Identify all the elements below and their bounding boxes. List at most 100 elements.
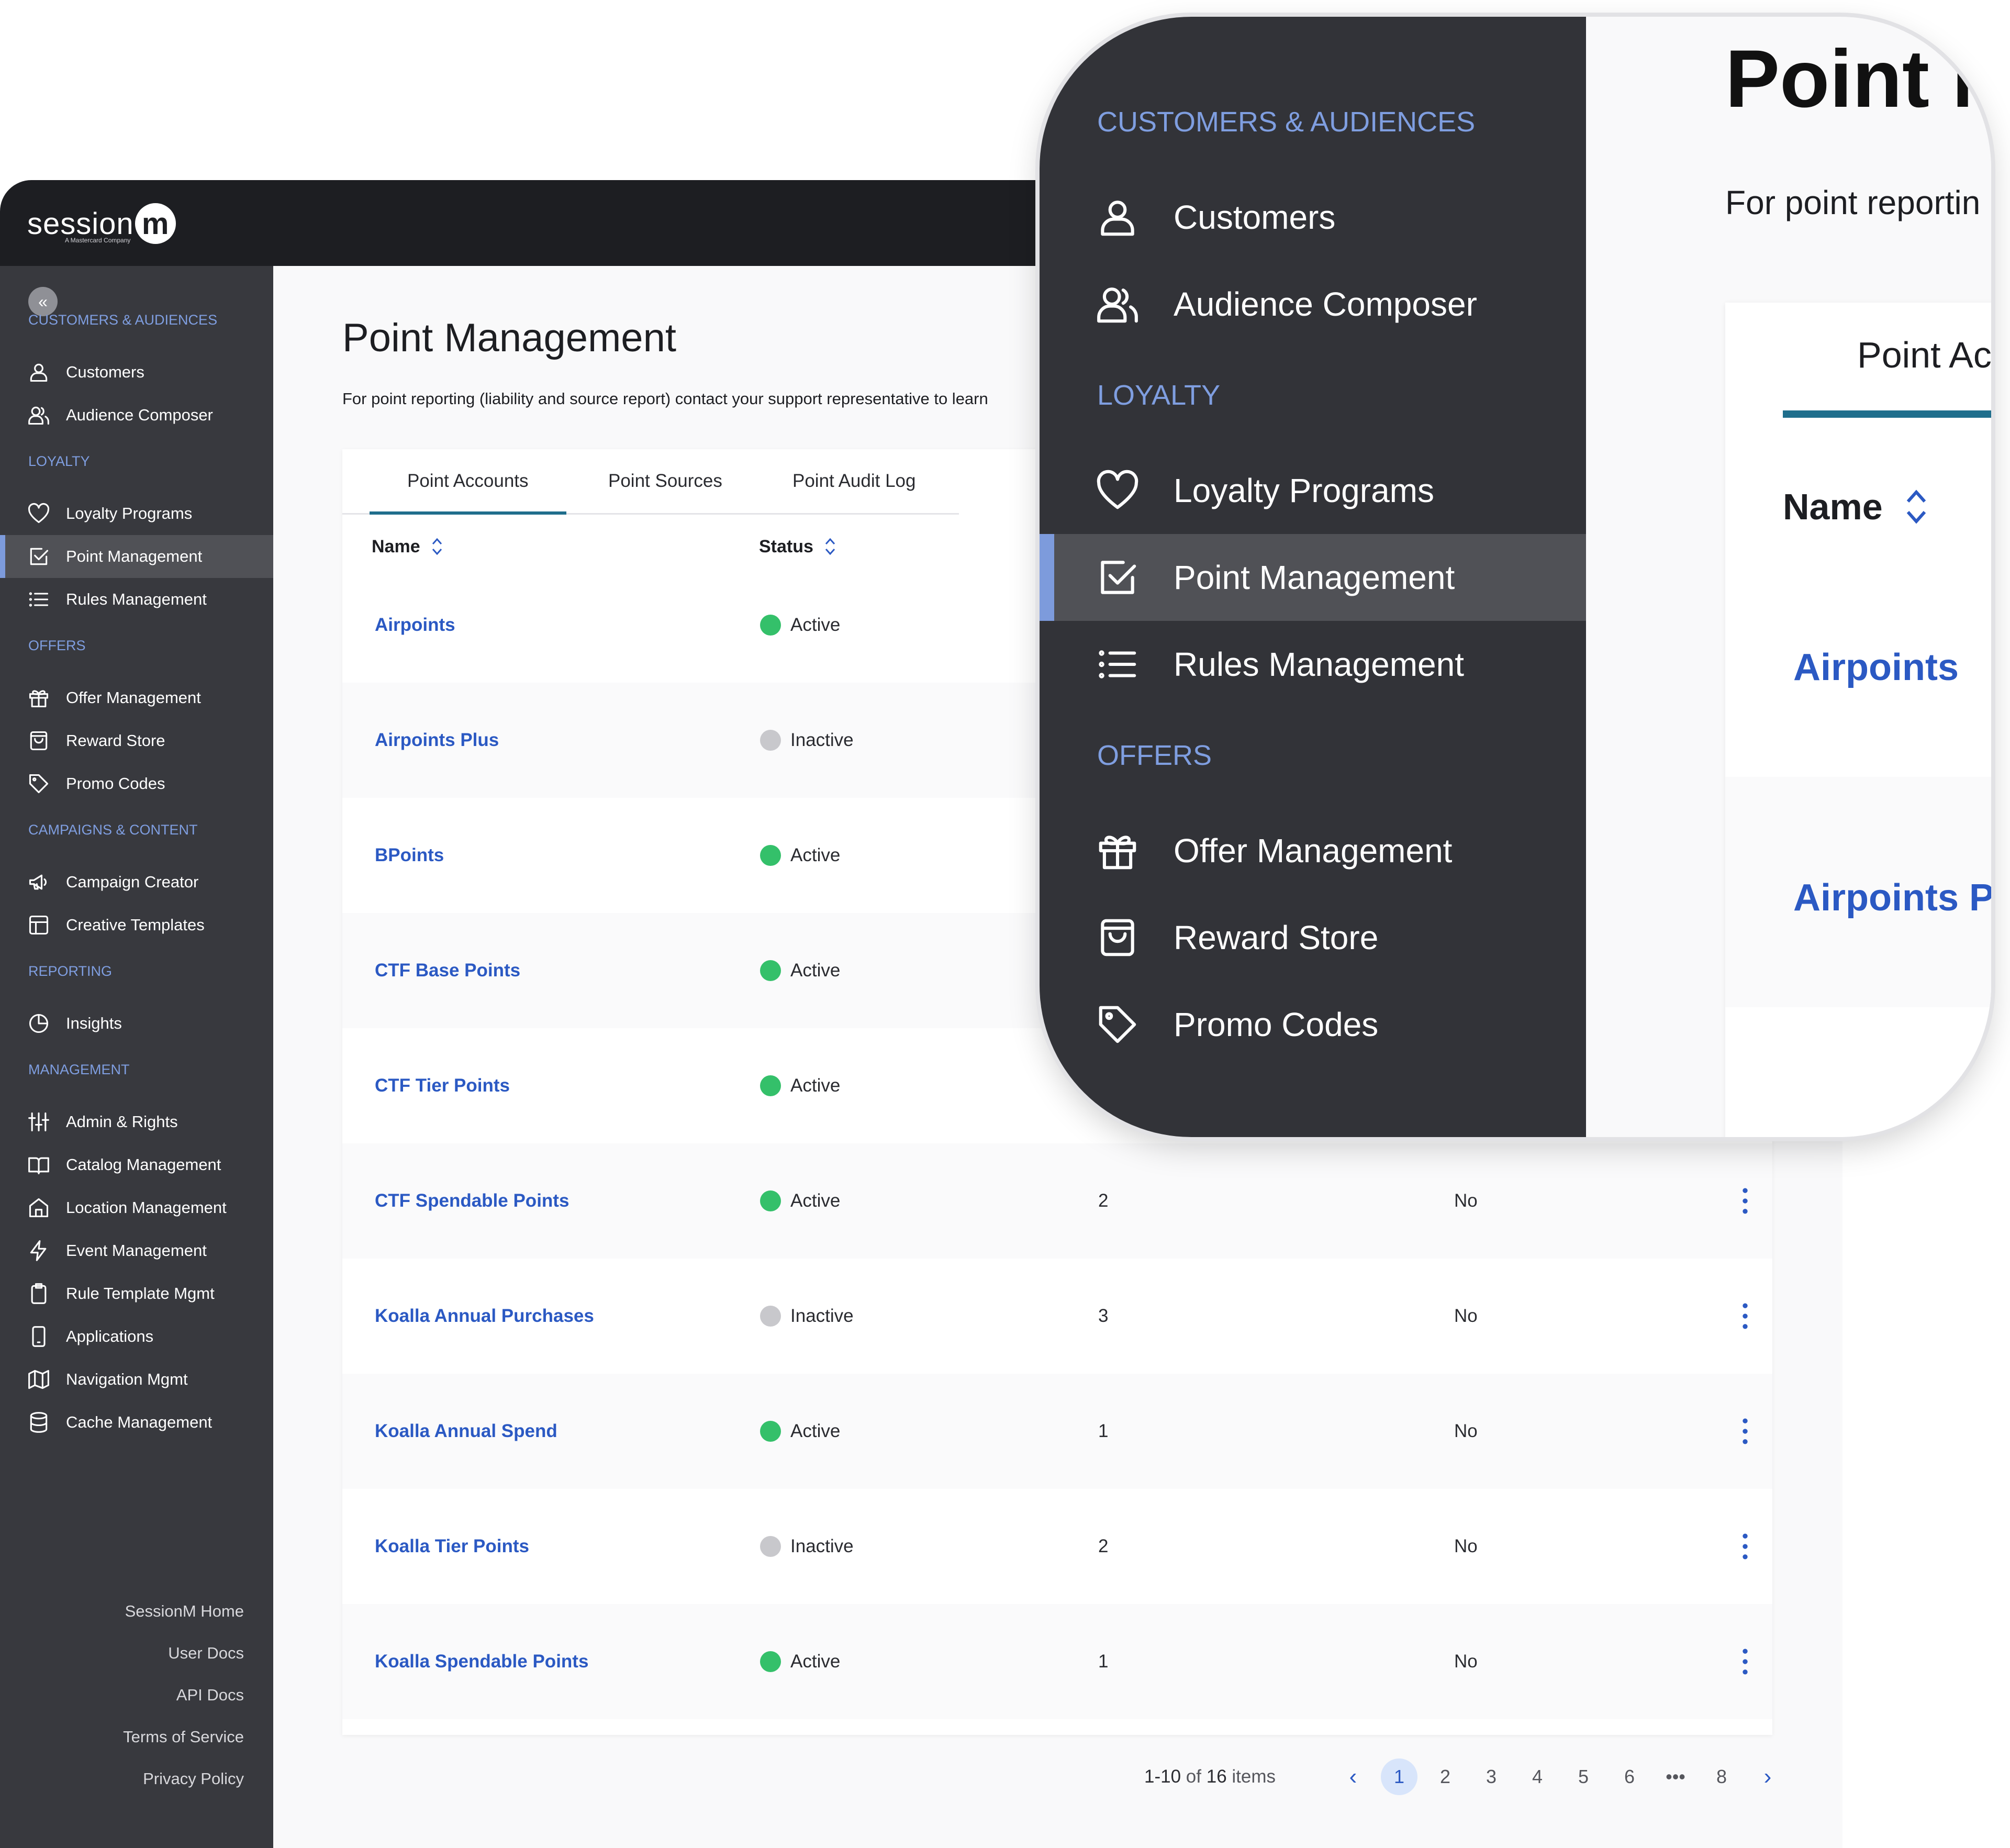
logo-mark: m xyxy=(135,203,176,244)
sidebar-item-applications[interactable]: Applications xyxy=(0,1315,273,1358)
sidebar-item-location-management[interactable]: Location Management xyxy=(0,1186,273,1229)
page-button[interactable]: 1 xyxy=(1381,1758,1417,1795)
point-account-link[interactable]: Koalla Tier Points xyxy=(375,1489,529,1604)
zoom-table-row[interactable]: Airpoints xyxy=(1725,547,1991,777)
sidebar-item-offer-management[interactable]: Offer Management xyxy=(0,676,273,719)
sidebar-item-event-management[interactable]: Event Management xyxy=(0,1229,273,1272)
sidebar-item-creative-templates[interactable]: Creative Templates xyxy=(0,904,273,947)
status-text: Inactive xyxy=(790,1536,854,1556)
zoom-sidebar-item-customers[interactable]: Customers xyxy=(1040,174,1586,261)
sidebar-item-label: Audience Composer xyxy=(66,406,213,424)
row-actions-button[interactable] xyxy=(1735,1604,1756,1719)
page-button[interactable]: ••• xyxy=(1657,1758,1694,1795)
zoom-page-subtitle: For point reportin xyxy=(1725,184,1981,221)
sessionm-logo[interactable]: session m A Mastercard Company xyxy=(27,200,176,247)
row-actions-button[interactable] xyxy=(1735,1259,1756,1374)
number-cell: 2 xyxy=(1098,1190,1109,1211)
point-account-link[interactable]: Koalla Annual Purchases xyxy=(375,1259,594,1374)
row-actions-button[interactable] xyxy=(1735,1489,1756,1604)
user-icon xyxy=(1101,201,1134,236)
list-icon xyxy=(1099,650,1136,678)
tab-point-audit-log[interactable]: Point Audit Log xyxy=(792,449,915,513)
status-cell: Active xyxy=(760,1604,840,1719)
point-account-link[interactable]: CTF Base Points xyxy=(375,913,520,1028)
table-row[interactable]: Koalla Annual Spend Active 1 No xyxy=(342,1374,1772,1489)
footer-link-sessionm-home[interactable]: SessionM Home xyxy=(125,1602,244,1621)
sidebar-item-campaign-creator[interactable]: Campaign Creator xyxy=(0,861,273,904)
next-page-button[interactable]: › xyxy=(1749,1758,1786,1795)
table-row[interactable]: CTF Spendable Points Active 2 No xyxy=(342,1143,1772,1259)
point-account-link[interactable]: BPoints xyxy=(375,798,444,913)
point-account-link[interactable]: Koalla Annual Spend xyxy=(375,1374,557,1489)
footer-link-privacy-policy[interactable]: Privacy Policy xyxy=(143,1769,244,1788)
page-title: Point Management xyxy=(342,316,676,360)
column-header-name[interactable]: Name xyxy=(372,531,443,562)
zoom-sidebar-item-loyalty-programs[interactable]: Loyalty Programs xyxy=(1040,447,1586,534)
sidebar-item-customers[interactable]: Customers xyxy=(0,351,273,394)
page-button[interactable]: 6 xyxy=(1611,1758,1648,1795)
tab-point-accounts[interactable]: Point Accounts xyxy=(370,449,566,515)
status-cell: Inactive xyxy=(760,1489,854,1604)
sidebar-item-rule-template-mgmt[interactable]: Rule Template Mgmt xyxy=(0,1272,273,1315)
flag-cell: No xyxy=(1454,1651,1478,1672)
zoom-row-name[interactable]: Airpoints xyxy=(1793,646,1959,689)
footer-link-api-docs[interactable]: API Docs xyxy=(176,1686,244,1705)
zoom-row-name[interactable]: Airpoints P xyxy=(1793,876,1991,919)
table-row[interactable]: Koalla Annual Purchases Inactive 3 No xyxy=(342,1259,1772,1374)
tab-bar: Point Accounts Point Sources Point Audit… xyxy=(342,449,959,515)
bolt-icon xyxy=(30,1240,47,1261)
row-actions-button[interactable] xyxy=(1735,1374,1756,1489)
status-text: Active xyxy=(790,1190,841,1211)
column-header-status[interactable]: Status xyxy=(759,531,836,562)
sidebar-item-rules-management[interactable]: Rules Management xyxy=(0,578,273,621)
tag-icon xyxy=(29,774,49,794)
zoom-sidebar-item-point-management[interactable]: Point Management xyxy=(1040,534,1586,621)
zoom-tab-point-accounts[interactable]: Point Ac xyxy=(1857,334,1991,376)
point-account-link[interactable]: Airpoints Plus xyxy=(375,683,499,798)
sidebar-item-catalog-management[interactable]: Catalog Management xyxy=(0,1143,273,1186)
tab-point-sources[interactable]: Point Sources xyxy=(608,449,722,513)
heart-icon xyxy=(28,503,50,524)
footer-link-user-docs[interactable]: User Docs xyxy=(168,1644,244,1663)
sidebar-item-admin-rights[interactable]: Admin & Rights xyxy=(0,1100,273,1143)
sidebar-item-reward-store[interactable]: Reward Store xyxy=(0,719,273,762)
sidebar-item-label: Point Management xyxy=(66,547,203,565)
page-button[interactable]: 5 xyxy=(1565,1758,1602,1795)
page-button[interactable]: 2 xyxy=(1427,1758,1464,1795)
zoom-table-row[interactable]: Airpoints P xyxy=(1725,777,1991,1007)
sidebar-item-navigation-mgmt[interactable]: Navigation Mgmt xyxy=(0,1358,273,1401)
page-button[interactable]: 3 xyxy=(1473,1758,1510,1795)
sidebar-item-promo-codes[interactable]: Promo Codes xyxy=(0,762,273,805)
page-button[interactable]: 4 xyxy=(1519,1758,1556,1795)
zoom-sidebar-item-label: Loyalty Programs xyxy=(1174,472,1434,509)
zoom-sidebar-item-offer-management[interactable]: Offer Management xyxy=(1040,807,1586,894)
zoom-column-header-name[interactable]: Name xyxy=(1783,486,1929,528)
sidebar-item-point-management[interactable]: Point Management xyxy=(0,535,273,578)
point-account-link[interactable]: Koalla Spendable Points xyxy=(375,1604,588,1719)
zoom-sidebar-item-reward-store[interactable]: Reward Store xyxy=(1040,894,1586,981)
sidebar-item-label: Insights xyxy=(66,1014,122,1032)
status-text: Inactive xyxy=(790,730,854,750)
bag-icon xyxy=(30,731,48,751)
page-button[interactable]: 8 xyxy=(1703,1758,1740,1795)
checkbox-icon xyxy=(30,548,49,565)
sidebar-item-label: Reward Store xyxy=(66,731,165,750)
sidebar-item-audience-composer[interactable]: Audience Composer xyxy=(0,394,273,437)
table-row[interactable]: Koalla Spendable Points Active 1 No xyxy=(342,1604,1772,1719)
pagination-of: of xyxy=(1186,1766,1201,1787)
footer-link-terms-of-service[interactable]: Terms of Service xyxy=(123,1728,244,1746)
zoom-sidebar-item-rules-management[interactable]: Rules Management xyxy=(1040,621,1586,708)
point-account-link[interactable]: CTF Spendable Points xyxy=(375,1143,569,1259)
sidebar-item-loyalty-programs[interactable]: Loyalty Programs xyxy=(0,492,273,535)
point-account-link[interactable]: Airpoints xyxy=(375,567,455,683)
zoom-sidebar-item-promo-codes[interactable]: Promo Codes xyxy=(1040,981,1586,1068)
status-text: Active xyxy=(790,845,841,865)
sidebar-item-insights[interactable]: Insights xyxy=(0,1002,273,1045)
previous-page-button[interactable]: ‹ xyxy=(1335,1758,1371,1795)
sidebar-item-cache-management[interactable]: Cache Management xyxy=(0,1401,273,1444)
point-account-link[interactable]: CTF Tier Points xyxy=(375,1028,510,1143)
status-dot xyxy=(760,730,781,751)
row-actions-button[interactable] xyxy=(1735,1143,1756,1259)
table-row[interactable]: Koalla Tier Points Inactive 2 No xyxy=(342,1489,1772,1604)
zoom-sidebar-item-audience-composer[interactable]: Audience Composer xyxy=(1040,261,1586,348)
